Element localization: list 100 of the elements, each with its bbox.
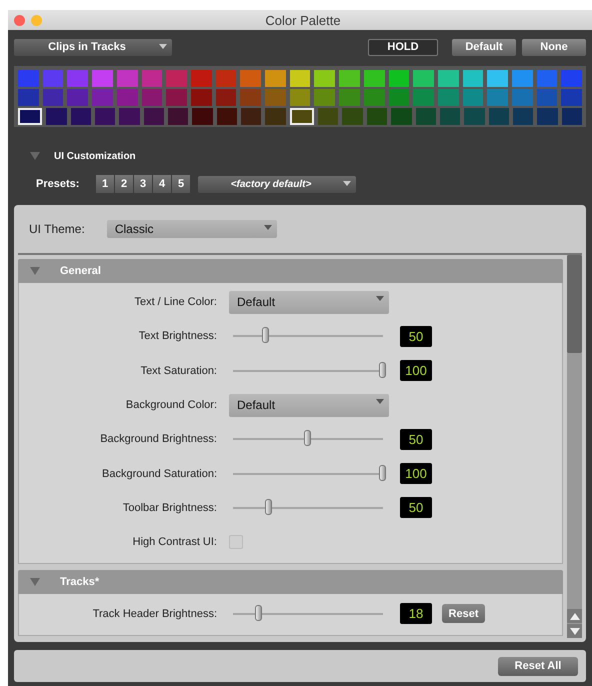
color-swatch[interactable] xyxy=(388,70,410,87)
preset-button[interactable]: 5 xyxy=(172,175,190,193)
color-swatch[interactable] xyxy=(216,108,238,125)
slider-thumb[interactable] xyxy=(304,430,311,446)
setting-dropdown[interactable]: Default xyxy=(229,290,389,314)
color-swatch[interactable] xyxy=(487,89,508,106)
color-swatch[interactable] xyxy=(18,70,39,87)
checkbox[interactable] xyxy=(229,535,243,550)
palette-button[interactable]: Default xyxy=(452,38,516,56)
color-swatch[interactable] xyxy=(536,89,558,106)
color-swatch[interactable] xyxy=(92,89,113,106)
color-swatch[interactable] xyxy=(240,70,262,87)
color-swatch[interactable] xyxy=(290,108,314,125)
color-swatch[interactable] xyxy=(119,108,140,125)
disclosure-triangle-icon[interactable] xyxy=(30,267,40,275)
slider-thumb[interactable] xyxy=(262,327,269,344)
disclosure-triangle-icon[interactable] xyxy=(30,578,40,586)
slider-thumb[interactable] xyxy=(379,464,386,481)
color-swatch[interactable] xyxy=(314,89,336,106)
color-swatch[interactable] xyxy=(339,70,360,87)
color-swatch[interactable] xyxy=(464,108,485,125)
color-swatch[interactable] xyxy=(92,70,113,87)
close-button[interactable] xyxy=(14,14,25,26)
slider-thumb[interactable] xyxy=(254,604,262,621)
preset-button[interactable]: 3 xyxy=(134,175,152,193)
color-swatch[interactable] xyxy=(290,70,310,87)
color-swatch[interactable] xyxy=(116,70,138,87)
color-swatch[interactable] xyxy=(388,89,410,106)
color-swatch[interactable] xyxy=(562,108,582,125)
color-swatch[interactable] xyxy=(561,70,582,87)
color-swatch[interactable] xyxy=(142,89,162,106)
color-swatch[interactable] xyxy=(438,70,459,87)
color-swatch[interactable] xyxy=(537,108,558,125)
color-swatch[interactable] xyxy=(166,89,187,106)
color-swatch[interactable] xyxy=(190,70,212,87)
color-swatch[interactable] xyxy=(18,108,42,125)
color-swatch[interactable] xyxy=(462,89,484,106)
color-swatch[interactable] xyxy=(440,108,460,125)
preset-button[interactable]: 4 xyxy=(153,175,171,193)
color-swatch[interactable] xyxy=(70,108,92,125)
color-swatch[interactable] xyxy=(438,89,459,106)
color-swatch[interactable] xyxy=(512,89,533,106)
color-swatch[interactable] xyxy=(536,70,558,87)
color-swatch[interactable] xyxy=(364,70,385,87)
preset-dropdown[interactable]: <factory default> xyxy=(198,176,356,192)
scroll-up-icon[interactable] xyxy=(567,609,582,623)
color-swatch[interactable] xyxy=(339,89,360,106)
color-swatch[interactable] xyxy=(512,70,533,87)
section-header[interactable]: General xyxy=(18,259,563,283)
reset-button[interactable]: Reset xyxy=(442,604,485,624)
scrollbar[interactable] xyxy=(567,255,582,638)
preset-button[interactable]: 1 xyxy=(96,175,114,193)
color-swatch[interactable] xyxy=(487,70,508,87)
color-swatch[interactable] xyxy=(216,89,236,106)
color-swatch[interactable] xyxy=(95,108,116,125)
color-swatch[interactable] xyxy=(216,70,236,87)
color-swatch[interactable] xyxy=(144,108,164,125)
color-swatch[interactable] xyxy=(265,70,286,87)
color-swatch[interactable] xyxy=(314,70,336,87)
color-swatch[interactable] xyxy=(265,108,286,125)
color-swatch[interactable] xyxy=(42,89,64,106)
color-swatch[interactable] xyxy=(416,108,436,125)
color-swatch[interactable] xyxy=(168,108,188,125)
color-swatch[interactable] xyxy=(192,108,213,125)
color-swatch[interactable] xyxy=(166,70,187,87)
color-swatch[interactable] xyxy=(18,89,39,106)
color-swatch[interactable] xyxy=(512,108,534,125)
color-swatch[interactable] xyxy=(67,89,88,106)
color-swatch[interactable] xyxy=(366,108,388,125)
slider-thumb[interactable] xyxy=(379,362,386,378)
color-swatch[interactable] xyxy=(42,70,64,87)
theme-dropdown[interactable]: Classic xyxy=(106,220,277,238)
color-swatch[interactable] xyxy=(265,89,286,106)
color-swatch[interactable] xyxy=(142,70,162,87)
color-swatch[interactable] xyxy=(241,108,262,125)
color-swatch[interactable] xyxy=(488,108,509,125)
color-swatch[interactable] xyxy=(46,108,67,125)
color-swatch[interactable] xyxy=(342,108,363,125)
section-header[interactable]: Tracks* xyxy=(18,570,563,594)
scroll-down-icon[interactable] xyxy=(567,624,582,638)
color-swatch[interactable] xyxy=(67,70,88,87)
palette-button[interactable]: HOLD xyxy=(368,38,438,56)
target-dropdown[interactable]: Clips in Tracks xyxy=(14,38,172,56)
slider-thumb[interactable] xyxy=(265,498,272,515)
color-swatch[interactable] xyxy=(190,89,212,106)
reset-all-button[interactable]: Reset All xyxy=(498,656,578,676)
color-swatch[interactable] xyxy=(116,89,138,106)
color-swatch[interactable] xyxy=(364,89,385,106)
color-swatch[interactable] xyxy=(240,89,262,106)
color-swatch[interactable] xyxy=(561,89,582,106)
color-swatch[interactable] xyxy=(462,70,484,87)
palette-button[interactable]: None xyxy=(522,38,586,56)
color-swatch[interactable] xyxy=(391,108,412,125)
minimize-button[interactable] xyxy=(31,14,42,26)
setting-dropdown[interactable]: Default xyxy=(229,394,389,417)
color-swatch[interactable] xyxy=(290,89,310,106)
color-swatch[interactable] xyxy=(413,70,434,87)
color-swatch[interactable] xyxy=(318,108,338,125)
preset-button[interactable]: 2 xyxy=(115,175,133,193)
color-swatch[interactable] xyxy=(413,89,434,106)
